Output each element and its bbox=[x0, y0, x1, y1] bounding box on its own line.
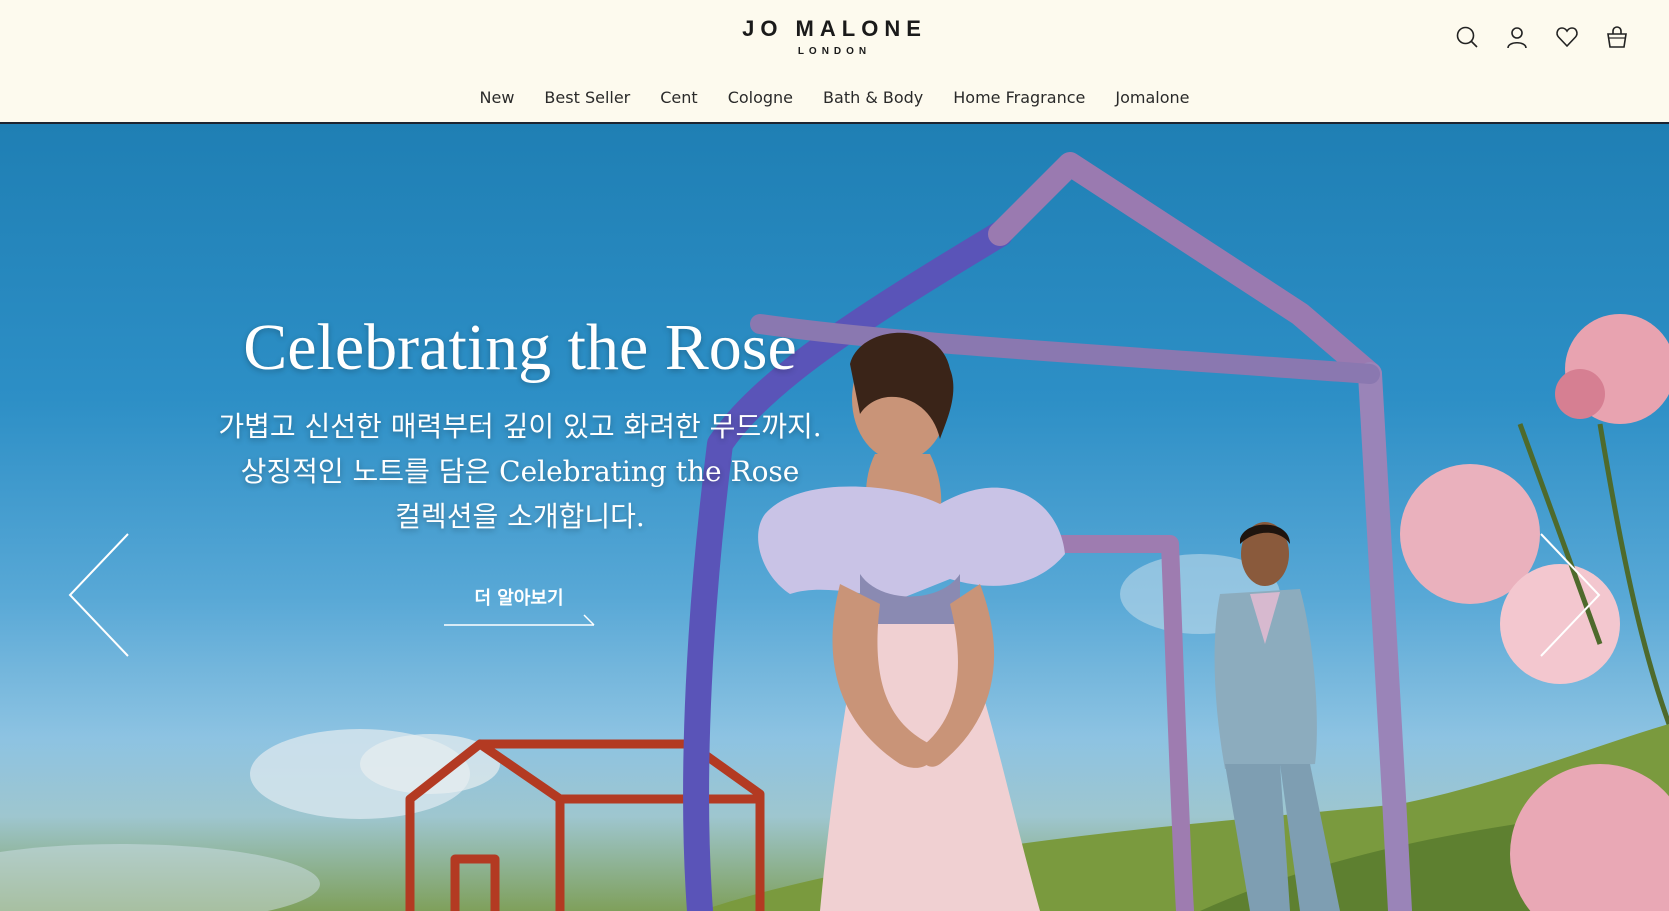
site-header: Jo Malone London New Best Seller Cent Co… bbox=[0, 0, 1669, 124]
nav-item-bath-body[interactable]: Bath & Body bbox=[808, 88, 938, 107]
wishlist-heart-icon[interactable] bbox=[1555, 24, 1579, 50]
hero-desc-line-2: 상징적인 노트를 담은 Celebrating the Rose bbox=[240, 455, 800, 488]
hero-title: Celebrating the Rose bbox=[243, 311, 797, 384]
main-nav: New Best Seller Cent Cologne Bath & Body… bbox=[0, 88, 1669, 107]
nav-item-cologne[interactable]: Cologne bbox=[713, 88, 808, 107]
header-icons bbox=[1455, 24, 1629, 50]
nav-item-new[interactable]: New bbox=[465, 88, 530, 107]
brand-sub: London bbox=[797, 46, 872, 57]
hero-desc-line-1: 가볍고 신선한 매력부터 깊이 있고 화려한 무드까지. bbox=[218, 410, 822, 443]
arrow-left-icon[interactable] bbox=[66, 532, 136, 658]
search-icon[interactable] bbox=[1455, 24, 1479, 50]
nav-item-jomalone[interactable]: Jomalone bbox=[1100, 88, 1204, 107]
arrow-right-icon[interactable] bbox=[1533, 532, 1603, 658]
account-icon[interactable] bbox=[1505, 24, 1529, 50]
hero-desc-line-3: 컬렉션을 소개합니다. bbox=[395, 500, 645, 533]
nav-item-home-fragrance[interactable]: Home Fragrance bbox=[938, 88, 1100, 107]
nav-item-best-seller[interactable]: Best Seller bbox=[529, 88, 645, 107]
shopping-bag-icon[interactable] bbox=[1605, 24, 1629, 50]
brand-name: Jo Malone bbox=[742, 16, 927, 41]
hero-banner[interactable]: Celebrating the Rose 가볍고 신선한 매력부터 깊이 있고 … bbox=[0, 124, 1669, 911]
cta-underline-arrow-icon bbox=[444, 614, 595, 626]
brand-logo[interactable]: Jo Malone London bbox=[0, 16, 1669, 57]
hero-description: 가볍고 신선한 매력부터 깊이 있고 화려한 무드까지. 상징적인 노트를 담은… bbox=[0, 404, 1040, 539]
nav-item-cent[interactable]: Cent bbox=[645, 88, 712, 107]
